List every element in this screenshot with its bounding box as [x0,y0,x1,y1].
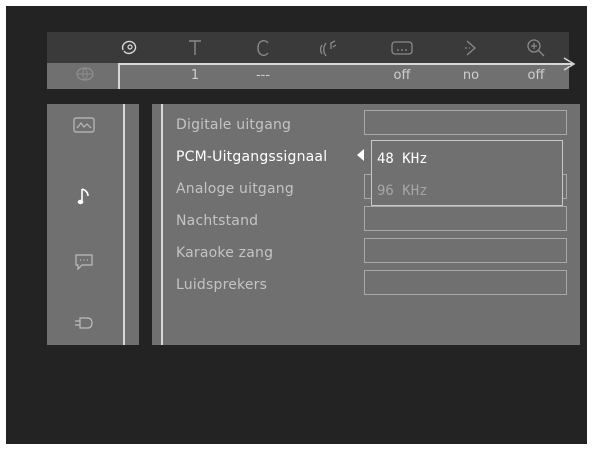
option-48khz[interactable]: 48 KHz [377,151,428,167]
value-box-digital-output[interactable] [364,110,567,135]
value-box-speakers[interactable] [364,270,567,295]
selection-pointer-icon [357,149,364,161]
setting-speakers[interactable]: Luidsprekers [176,277,267,293]
pcm-output-dropdown[interactable]: 48 KHz 96 KHz [371,140,563,206]
audio-settings-panel: Digitale uitgang PCM-Uitgangssignaal Ana… [152,104,580,345]
option-96khz[interactable]: 96 KHz [377,183,428,199]
speech-bubble-icon[interactable] [67,249,101,275]
setting-karaoke-vocal[interactable]: Karaoke zang [176,245,273,261]
setting-night-mode[interactable]: Nachtstand [176,213,258,229]
setting-pcm-output[interactable]: PCM-Uitgangssignaal [176,149,327,165]
sidebar-divider [123,104,125,345]
plug-icon[interactable] [67,310,101,336]
bar-pointer-line [118,57,576,89]
panel-divider [161,104,163,345]
disc-type-icon [59,65,111,87]
value-box-night-mode[interactable] [364,206,567,231]
category-sidebar [47,104,139,345]
setting-analog-output[interactable]: Analoge uitgang [176,181,294,197]
music-note-icon[interactable] [67,184,101,210]
value-box-karaoke-vocal[interactable] [364,238,567,263]
setting-digital-output[interactable]: Digitale uitgang [176,117,291,133]
tv-screen: 1 --- off no off Digitale uitgang PCM-Ui… [6,6,587,444]
picture-icon[interactable] [67,112,101,138]
